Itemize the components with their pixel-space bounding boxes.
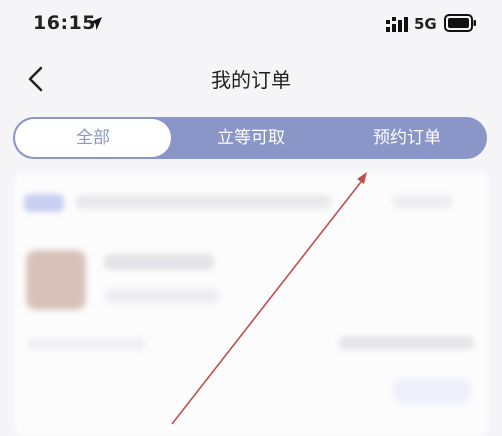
blurred-action-button	[392, 378, 472, 404]
status-time: 16:15	[33, 12, 96, 34]
tab-instant[interactable]: 立等可取	[173, 119, 329, 157]
status-bar: 16:15 5G	[0, 0, 502, 50]
signal-icon	[386, 17, 408, 32]
page-title: 我的订单	[211, 68, 291, 92]
blurred-product-name	[104, 254, 214, 270]
tab-reserved[interactable]: 预约订单	[329, 119, 485, 157]
tab-all[interactable]: 全部	[15, 119, 171, 157]
blurred-order-total	[339, 336, 474, 350]
order-card[interactable]	[14, 172, 488, 436]
blurred-product-image	[26, 250, 86, 310]
blurred-product-spec	[104, 289, 219, 303]
order-tabs: 全部 立等可取 预约订单	[13, 117, 487, 159]
location-arrow-icon	[88, 16, 103, 31]
blurred-order-status	[392, 195, 452, 209]
blurred-store-badge	[24, 194, 64, 212]
blurred-store-name	[76, 195, 331, 209]
network-type: 5G	[414, 15, 437, 33]
blurred-order-time	[26, 338, 146, 350]
nav-bar: 我的订单	[0, 50, 502, 106]
screen: 16:15 5G 我的订单 全部 立等可取 预约订单	[0, 0, 502, 436]
battery-icon	[444, 14, 476, 32]
